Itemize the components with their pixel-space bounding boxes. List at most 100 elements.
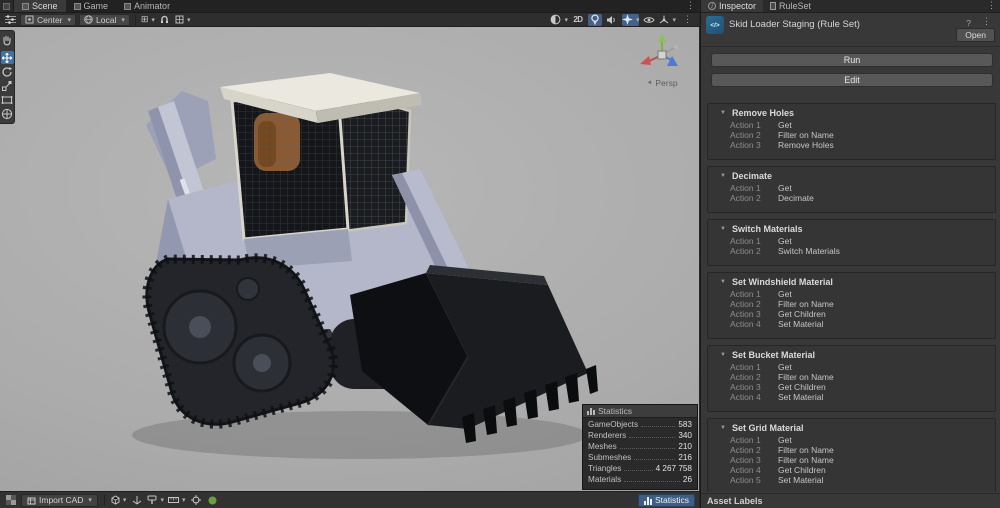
measure-tool-dropdown[interactable]: ▾ [168,494,186,507]
status-ok-icon[interactable] [206,494,219,507]
asset-header: </> Skid Loader Staging (Rule Set) ? ⋮ [701,13,1000,34]
rule-section-header[interactable]: ▼Set Bucket Material [708,347,995,362]
projection-label[interactable]: ◄ Persp [631,78,693,88]
tab-game[interactable]: Game [66,0,117,12]
shaded-sphere-icon [550,14,561,25]
rule-section-header[interactable]: ▼Decimate [708,168,995,183]
open-button[interactable]: Open [956,28,995,42]
scene-visibility-toggle[interactable] [642,14,656,26]
panel-menu-icon[interactable]: ⋮ [983,0,1000,12]
paint-tool-dropdown[interactable]: ▾ [147,494,164,507]
action-row: Action 2Decimate [708,193,995,203]
rule-section: ▼DecimateAction 1GetAction 2Decimate [707,166,996,213]
rule-section-header[interactable]: ▼Set Grid Material [708,420,995,435]
action-label: Action 5 [730,475,778,485]
audio-toggle[interactable] [605,14,619,26]
action-value: Filter on Name [778,372,834,382]
statistics-panel: Statistics GameObjects583Renderers340Mes… [582,404,698,490]
caret-icon: ▾ [187,16,191,24]
action-row: Action 2Switch Materials [708,246,995,256]
asset-title: Skid Loader Staging (Rule Set) [729,16,959,30]
bottom-toolbar: Import CAD ▾ ▾ ▾ ▾ Statistics [0,491,699,508]
unity-editor-window: Scene Game Animator ⋮ Center ▾ Local ▾ [0,0,1000,508]
effects-dropdown[interactable]: ▾ [622,14,640,26]
action-row: Action 5Set Material [708,475,995,485]
caret-icon: ▾ [121,16,125,24]
rotate-tool[interactable] [1,65,14,78]
edit-button[interactable]: Edit [711,73,993,87]
stat-label: Submeshes [588,453,631,462]
move-tool[interactable] [1,51,14,64]
stat-value: 583 [678,420,692,429]
orientation-label: Local [96,15,116,25]
rule-section: ▼Set Bucket MaterialAction 1GetAction 2F… [707,345,996,412]
snap-toggle-button[interactable] [158,14,172,26]
scene-view-menu-icon[interactable]: ⋮ [679,14,696,25]
action-label: Action 2 [730,246,778,256]
action-label: Action 2 [730,372,778,382]
lighting-toggle[interactable] [588,14,602,26]
tab-inspector[interactable]: i Inspector [701,0,763,12]
action-label: Action 4 [730,319,778,329]
bar-chart-icon [587,407,595,415]
scene-window-menu-icon[interactable]: ⋮ [682,0,699,12]
rule-section-header[interactable]: ▼Switch Materials [708,221,995,236]
help-icon[interactable]: ? [964,16,973,28]
checker-icon[interactable] [4,494,17,507]
scene-viewport[interactable]: ◄ Persp Statistics GameObjects583Rendere… [0,27,699,491]
gizmo-icon [659,15,669,25]
view-hand-tool[interactable] [1,33,14,46]
grid-snap-dropdown[interactable]: ⊞ ▾ [141,14,155,26]
action-label: Action 1 [730,362,778,372]
bar-chart-icon [644,496,652,505]
crosshair-tool-icon[interactable] [189,494,202,507]
grid-icon: ⊞ [141,14,149,25]
leader-dots [629,437,675,438]
asset-labels-bar[interactable]: Asset Labels [701,493,1000,508]
persp-text: Persp [655,78,677,88]
increment-snap-icon [175,15,184,24]
gizmos-dropdown[interactable]: ▾ [659,14,676,26]
action-row: Action 1Get [708,435,995,445]
transform-tool[interactable] [1,107,14,120]
2d-toggle[interactable]: 2D [571,14,585,26]
stat-value: 4 267 758 [656,464,692,473]
hand-icon [1,34,13,46]
eye-icon [643,16,655,24]
import-cad-button[interactable]: Import CAD ▾ [21,494,98,507]
shading-mode-dropdown[interactable]: ▾ [550,14,568,26]
action-label: Action 1 [730,120,778,130]
2d-label: 2D [573,15,582,24]
rule-section-header[interactable]: ▼Remove Holes [708,105,995,120]
tab-label: Game [84,1,109,11]
action-value: Get [778,435,792,445]
scale-tool[interactable] [1,79,14,92]
pivot-mode-dropdown[interactable]: Center ▾ [20,14,76,26]
context-menu-icon[interactable]: ⋮ [978,16,995,27]
action-label: Action 1 [730,289,778,299]
rule-section-header[interactable]: ▼Set Windshield Material [708,274,995,289]
rect-tool[interactable] [1,93,14,106]
tab-scene[interactable]: Scene [14,0,66,12]
light-bulb-icon [590,14,600,25]
run-button[interactable]: Run [711,53,993,67]
orientation-dropdown[interactable]: Local ▾ [79,14,130,26]
caret-icon: ▾ [636,16,640,24]
magnet-icon [160,15,169,24]
action-label: Action 1 [730,435,778,445]
caret-icon: ▾ [160,496,164,504]
foldout-arrow-icon: ▼ [720,279,726,285]
action-row: Action 2Filter on Name [708,130,995,140]
action-row: Action 1Get [708,183,995,193]
statistics-toggle-button[interactable]: Statistics [638,494,695,507]
tab-animator[interactable]: Animator [116,0,178,12]
axes-tool-icon[interactable] [130,494,143,507]
tool-settings-icon[interactable] [3,14,17,26]
window-menu-icon[interactable] [0,0,14,12]
action-label: Action 2 [730,445,778,455]
cube-tool-dropdown[interactable]: ▾ [111,494,127,507]
tab-ruleset[interactable]: RuleSet [763,0,818,12]
action-value: Filter on Name [778,445,834,455]
orientation-gizmo[interactable]: ◄ Persp [631,33,693,88]
snap-settings-dropdown[interactable]: ▾ [175,14,191,26]
